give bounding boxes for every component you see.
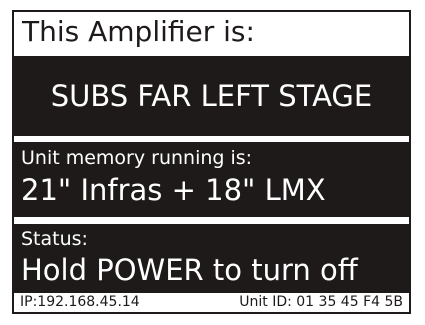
memory-label: Unit memory running is: [21, 147, 253, 169]
status-label: Status: [21, 228, 88, 250]
memory-panel: Unit memory running is: 21" Infras + 18"… [14, 142, 409, 217]
amplifier-name-panel: SUBS FAR LEFT STAGE [14, 56, 409, 136]
page-title: This Amplifier is: [22, 15, 255, 48]
status-panel: Status: Hold POWER to turn off [14, 224, 409, 293]
memory-value: 21" Infras + 18" LMX [21, 173, 326, 207]
header: This Amplifier is: [14, 12, 409, 54]
unit-id: Unit ID: 01 35 45 F4 5B [239, 294, 403, 310]
amplifier-screen: This Amplifier is: SUBS FAR LEFT STAGE U… [0, 0, 425, 325]
ip-address: IP:192.168.45.14 [20, 294, 140, 310]
amplifier-name: SUBS FAR LEFT STAGE [50, 79, 373, 113]
status-value: Hold POWER to turn off [21, 253, 358, 287]
footer: IP:192.168.45.14 Unit ID: 01 35 45 F4 5B [14, 293, 409, 312]
display-frame: This Amplifier is: SUBS FAR LEFT STAGE U… [12, 10, 411, 314]
